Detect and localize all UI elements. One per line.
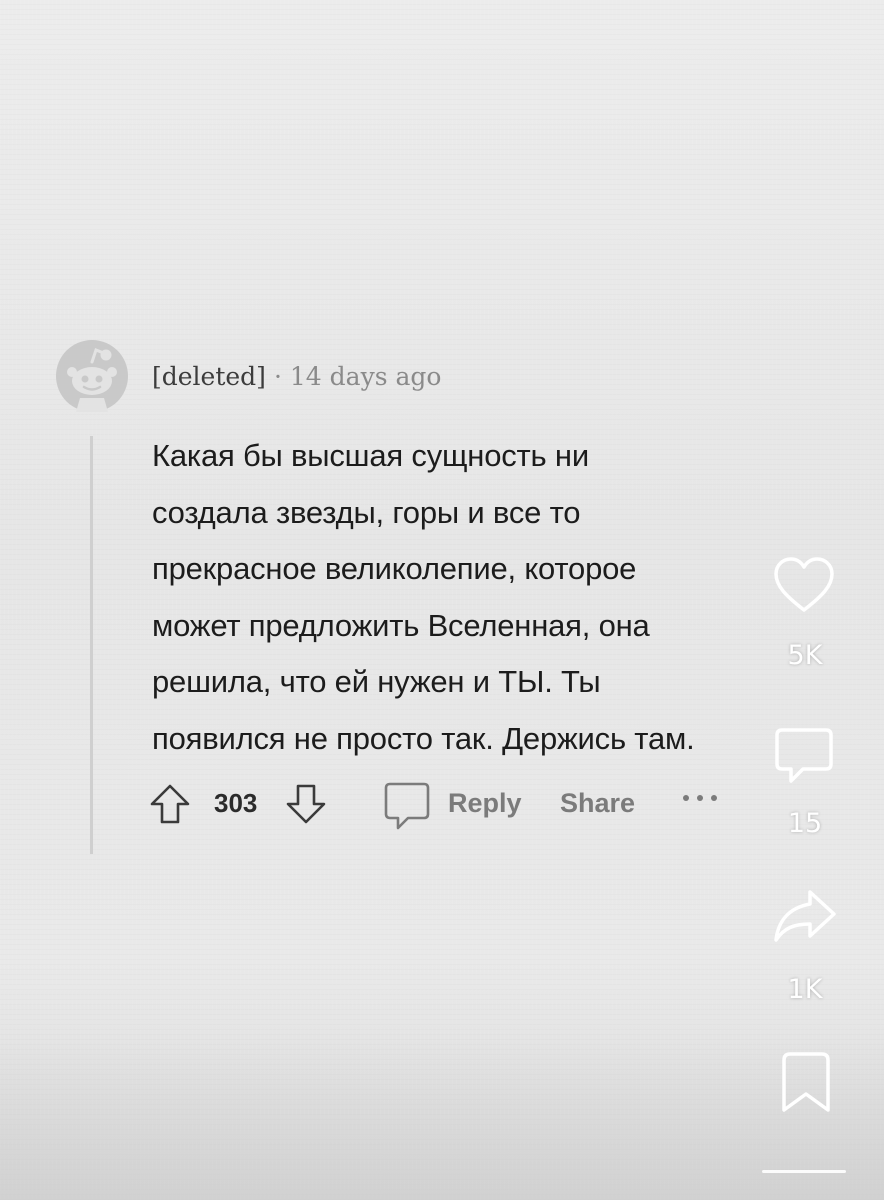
- like-count: 5K: [787, 640, 823, 671]
- comment-timestamp: 14 days ago: [289, 362, 442, 391]
- comment-line: может предложить Вселенная, она: [152, 607, 650, 643]
- more-dots-icon[interactable]: [678, 792, 722, 804]
- bottom-gradient: [0, 1030, 884, 1200]
- comment-meta: [deleted] · 14 days ago: [152, 362, 441, 391]
- reply-button[interactable]: Reply: [448, 788, 522, 819]
- comment-line: появился не просто так. Держись там.: [152, 720, 695, 756]
- comment-icon[interactable]: [773, 726, 835, 786]
- share-button[interactable]: Share: [560, 788, 635, 819]
- comment-line: создала звезды, горы и все то: [152, 494, 581, 530]
- heart-icon[interactable]: [772, 556, 836, 614]
- meta-separator: ·: [273, 362, 282, 391]
- comment-line: Какая бы высшая сущность ни: [152, 438, 589, 473]
- vote-score: 303: [214, 788, 258, 818]
- share-count: 1K: [787, 974, 823, 1005]
- bookmark-icon[interactable]: [780, 1050, 832, 1114]
- comment-line: решила, что ей нужен и ТЫ. Ты: [152, 664, 601, 700]
- thread-line[interactable]: [90, 436, 93, 854]
- comment-username[interactable]: [deleted]: [152, 362, 266, 391]
- comment-count: 15: [787, 808, 823, 839]
- comment-body: Какая бы высшая сущность ни создала звез…: [152, 428, 792, 768]
- arrow-up-icon[interactable]: [148, 782, 192, 826]
- comment-actions: 303 Reply Share: [148, 778, 748, 830]
- comment-bubble-icon[interactable]: [382, 780, 432, 832]
- home-indicator[interactable]: [762, 1170, 846, 1173]
- reddit-default-avatar-icon[interactable]: [56, 340, 128, 412]
- share-arrow-icon[interactable]: [772, 888, 838, 944]
- comment-line: прекрасное великолепие, которое: [152, 551, 637, 587]
- arrow-down-icon[interactable]: [284, 782, 328, 826]
